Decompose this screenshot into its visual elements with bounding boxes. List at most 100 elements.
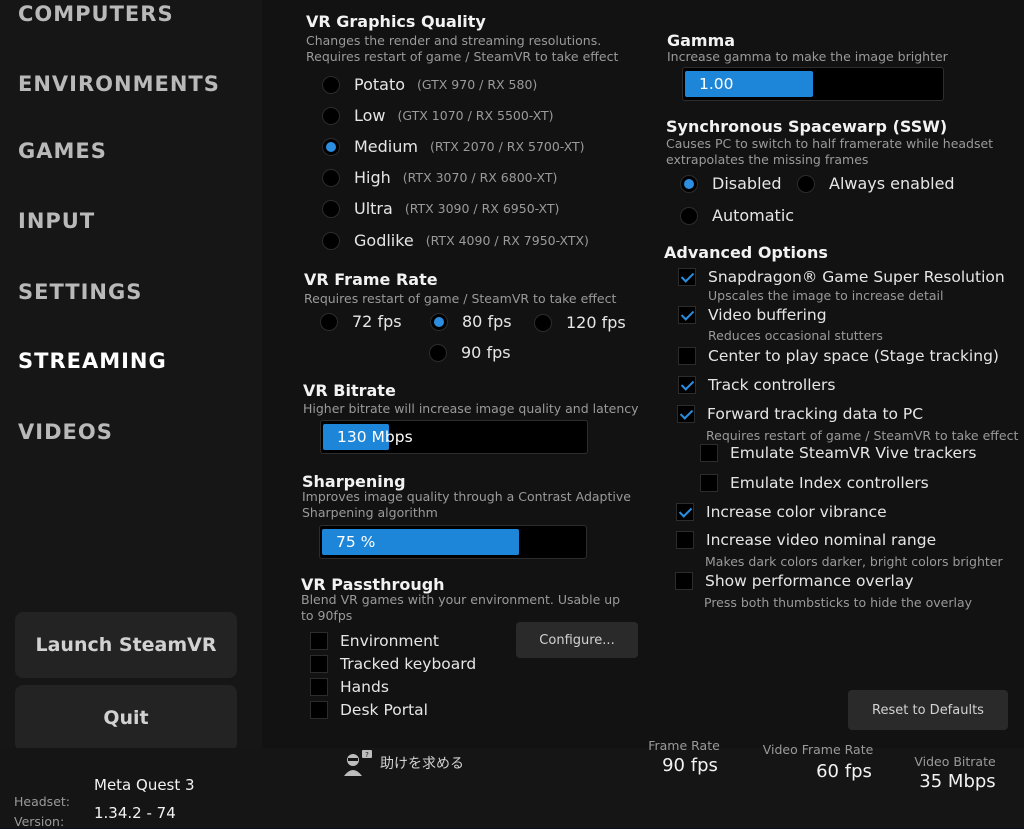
help-label: 助けを求める <box>380 756 464 772</box>
bitrate-slider[interactable]: 130 Mbps <box>320 420 588 454</box>
radio-button[interactable] <box>534 313 552 332</box>
adv-center-play-space[interactable]: Center to play space (Stage tracking) <box>678 347 999 365</box>
radio-button[interactable] <box>680 174 698 193</box>
nav-computers[interactable]: COMPUTERS <box>18 2 174 26</box>
frame-rate-120[interactable]: 120 fps <box>534 313 626 332</box>
configure-button[interactable]: Configure... <box>516 622 638 658</box>
adv-video-buffering[interactable]: Video buffering <box>678 306 827 324</box>
advanced-option-label: Track controllers <box>708 376 836 394</box>
ssw-desc: Causes PC to switch to half framerate wh… <box>666 136 994 151</box>
advanced-option-label: Increase video nominal range <box>706 531 937 549</box>
nav-input[interactable]: INPUT <box>18 209 95 233</box>
quality-option-hint: (GTX 1070 / RX 5500-XT) <box>397 108 554 123</box>
checkbox[interactable] <box>678 376 696 394</box>
quality-option-label: Ultra <box>354 199 393 218</box>
checkbox[interactable] <box>675 572 693 590</box>
frame-rate-label: 72 fps <box>352 312 402 331</box>
ssw-automatic[interactable]: Automatic <box>680 206 794 225</box>
sharpening-slider[interactable]: 75 % <box>319 525 587 559</box>
adv-performance-overlay[interactable]: Show performance overlay <box>675 572 914 590</box>
quality-option-label: Low <box>354 106 386 125</box>
graphics-quality-restart-note: Requires restart of game / SteamVR to ta… <box>306 49 619 64</box>
adv-forward-tracking[interactable]: Forward tracking data to PC <box>677 405 923 423</box>
advanced-option-label: Snapdragon® Game Super Resolution <box>708 268 1005 286</box>
checkbox[interactable] <box>676 503 694 521</box>
radio-button[interactable] <box>797 174 815 193</box>
checkbox[interactable] <box>678 347 696 365</box>
radio-button[interactable] <box>322 137 340 156</box>
sharpening-desc: Improves image quality through a Contras… <box>302 489 631 504</box>
help-button[interactable]: ? 助けを求める <box>342 750 464 776</box>
launch-steamvr-button[interactable]: Launch SteamVR <box>15 612 237 678</box>
passthrough-environment[interactable]: Environment <box>310 632 439 650</box>
radio-button[interactable] <box>322 106 340 125</box>
advanced-option-desc: Press both thumbsticks to hide the overl… <box>704 595 972 610</box>
quality-option-medium[interactable]: Medium (RTX 2070 / RX 5700-XT) <box>322 137 585 156</box>
frame-rate-80[interactable]: 80 fps <box>430 312 512 331</box>
bitrate-title: VR Bitrate <box>303 381 396 400</box>
advanced-option-desc: Makes dark colors darker, bright colors … <box>705 554 1003 569</box>
ssw-always-enabled[interactable]: Always enabled <box>797 174 955 193</box>
quality-option-low[interactable]: Low (GTX 1070 / RX 5500-XT) <box>322 106 554 125</box>
ssw-option-label: Automatic <box>712 206 795 225</box>
gamma-value: 1.00 <box>699 75 734 93</box>
adv-emulate-vive-trackers[interactable]: Emulate SteamVR Vive trackers <box>700 444 977 462</box>
radio-button[interactable] <box>680 206 698 225</box>
radio-button[interactable] <box>430 312 448 331</box>
radio-button[interactable] <box>320 312 338 331</box>
radio-button[interactable] <box>322 168 340 187</box>
frame-rate-title: VR Frame Rate <box>304 270 438 289</box>
checkbox[interactable] <box>310 655 328 673</box>
gamma-title: Gamma <box>667 31 736 50</box>
ssw-desc-2: extrapolates the missing frames <box>666 152 869 167</box>
quality-option-godlike[interactable]: Godlike (RTX 4090 / RX 7950-XTX) <box>322 231 589 250</box>
nav-settings[interactable]: SETTINGS <box>18 280 142 304</box>
nav-games[interactable]: GAMES <box>18 139 107 163</box>
quality-option-hint: (RTX 2070 / RX 5700-XT) <box>429 139 585 154</box>
ssw-option-label: Disabled <box>712 174 782 193</box>
gamma-slider[interactable]: 1.00 <box>682 67 944 101</box>
passthrough-option-label: Desk Portal <box>340 701 428 719</box>
nav-streaming[interactable]: STREAMING <box>18 349 167 373</box>
adv-track-controllers[interactable]: Track controllers <box>678 376 836 394</box>
frame-rate-90[interactable]: 90 fps <box>429 343 511 362</box>
nav-videos[interactable]: VIDEOS <box>18 420 113 444</box>
radio-button[interactable] <box>322 75 340 94</box>
checkbox[interactable] <box>310 632 328 650</box>
radio-button[interactable] <box>322 231 340 250</box>
adv-color-vibrance[interactable]: Increase color vibrance <box>676 503 887 521</box>
ssw-disabled[interactable]: Disabled <box>680 174 782 193</box>
quality-option-ultra[interactable]: Ultra (RTX 3090 / RX 6950-XT) <box>322 199 559 218</box>
advanced-option-label: Increase color vibrance <box>706 503 887 521</box>
adv-emulate-index-controllers[interactable]: Emulate Index controllers <box>700 474 929 492</box>
quality-option-label: Medium <box>354 137 418 156</box>
passthrough-option-label: Hands <box>340 678 389 696</box>
bitrate-value: 130 Mbps <box>337 428 413 446</box>
quality-option-high[interactable]: High (RTX 3070 / RX 6800-XT) <box>322 168 557 187</box>
radio-button[interactable] <box>429 343 447 362</box>
checkbox[interactable] <box>700 474 718 492</box>
reset-defaults-button[interactable]: Reset to Defaults <box>848 690 1008 730</box>
passthrough-hands[interactable]: Hands <box>310 678 389 696</box>
checkbox[interactable] <box>700 444 718 462</box>
adv-nominal-range[interactable]: Increase video nominal range <box>676 531 936 549</box>
passthrough-tracked-keyboard[interactable]: Tracked keyboard <box>310 655 476 673</box>
frame-rate-72[interactable]: 72 fps <box>320 312 402 331</box>
radio-button[interactable] <box>322 199 340 218</box>
quality-option-hint: (RTX 3090 / RX 6950-XT) <box>404 201 560 216</box>
checkbox[interactable] <box>310 678 328 696</box>
checkbox[interactable] <box>676 531 694 549</box>
checkbox[interactable] <box>678 268 696 286</box>
quality-option-potato[interactable]: Potato (GTX 970 / RX 580) <box>322 75 537 94</box>
quality-option-label: High <box>354 168 391 187</box>
version-label: Version: <box>14 814 65 829</box>
passthrough-desk-portal[interactable]: Desk Portal <box>310 701 428 719</box>
checkbox[interactable] <box>677 405 695 423</box>
checkbox[interactable] <box>310 701 328 719</box>
quit-button[interactable]: Quit <box>15 685 237 751</box>
advanced-options-title: Advanced Options <box>664 243 828 262</box>
adv-snapdragon-gsr[interactable]: Snapdragon® Game Super Resolution <box>678 268 1005 286</box>
frame-rate-stat-value: 90 fps <box>662 755 718 776</box>
nav-environments[interactable]: ENVIRONMENTS <box>18 72 220 96</box>
checkbox[interactable] <box>678 306 696 324</box>
